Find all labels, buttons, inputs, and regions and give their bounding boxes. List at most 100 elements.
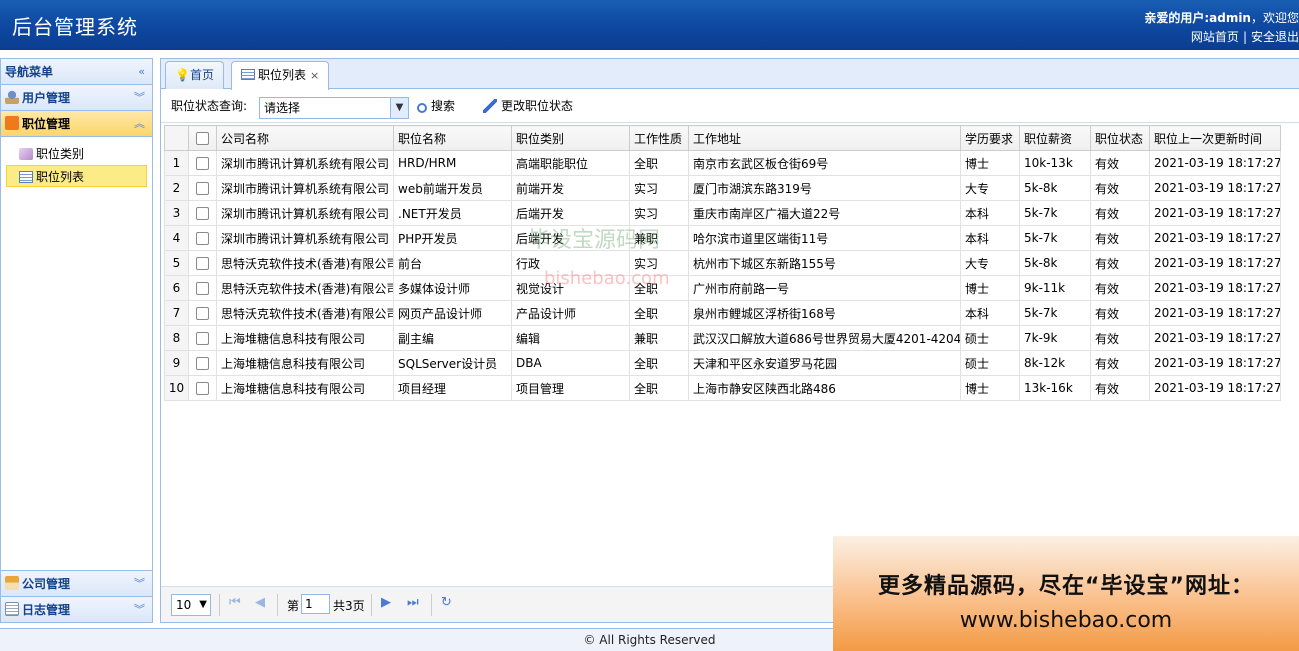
home-link[interactable]: 网站首页: [1191, 30, 1239, 44]
next-page-icon[interactable]: ▶: [381, 595, 391, 610]
checkbox[interactable]: [196, 132, 209, 145]
expand-icon[interactable]: ︾: [134, 85, 145, 111]
cell-job-category: 视觉设计: [511, 275, 630, 301]
col-company[interactable]: 公司名称: [216, 125, 394, 151]
cell-work-type: 兼职: [629, 225, 689, 251]
cell-company: 深圳市腾讯计算机系统有限公司: [216, 200, 394, 226]
col-status[interactable]: 职位状态: [1090, 125, 1150, 151]
cell-status: 有效: [1090, 350, 1150, 376]
checkbox[interactable]: [196, 307, 209, 320]
cell-salary: 5k-8k: [1019, 175, 1091, 201]
cell-job-category: 前端开发: [511, 175, 630, 201]
log-mgmt-header[interactable]: 日志管理 ︾: [1, 596, 152, 622]
checkbox[interactable]: [196, 182, 209, 195]
company-mgmt-header[interactable]: 公司管理 ︾: [1, 570, 152, 596]
cell-status: 有效: [1090, 375, 1150, 401]
page-size-select[interactable]: 10 ▼: [171, 594, 211, 616]
job-mgmt-header[interactable]: 职位管理 ︽: [1, 111, 152, 137]
checkbox[interactable]: [196, 357, 209, 370]
expand-icon[interactable]: ︾: [134, 597, 145, 623]
checkbox[interactable]: [196, 257, 209, 270]
table-row[interactable]: 6 思特沃克软件技术(香港)有限公司 多媒体设计师 视觉设计 全职 广州市府前路一号 博士 9…: [164, 275, 1281, 301]
checkbox[interactable]: [196, 382, 209, 395]
cell-salary: 5k-8k: [1019, 250, 1091, 276]
cell-education: 本科: [960, 200, 1020, 226]
row-checkbox[interactable]: [188, 250, 217, 276]
table-row[interactable]: 8 上海堆糖信息科技有限公司 副主编 编辑 兼职 武汉汉口解放大道686号世界贸易大厦42…: [164, 325, 1281, 351]
col-updated[interactable]: 职位上一次更新时间: [1149, 125, 1281, 151]
sidebar-item-job-list[interactable]: 职位列表: [6, 165, 147, 187]
cell-status: 有效: [1090, 325, 1150, 351]
cell-work-type: 实习: [629, 200, 689, 226]
col-work-type[interactable]: 工作性质: [629, 125, 689, 151]
table-row[interactable]: 4 深圳市腾讯计算机系统有限公司 PHP开发员 后端开发 兼职 哈尔滨市道里区端街11号本…: [164, 225, 1281, 251]
table-row[interactable]: 2 深圳市腾讯计算机系统有限公司 web前端开发员 前端开发 实习 厦门市湖滨东路319号…: [164, 175, 1281, 201]
checkbox[interactable]: [196, 157, 209, 170]
row-checkbox[interactable]: [188, 150, 217, 176]
row-checkbox[interactable]: [188, 175, 217, 201]
col-education[interactable]: 学历要求: [960, 125, 1020, 151]
collapse-icon[interactable]: ︽: [134, 111, 145, 137]
table-row[interactable]: 10 上海堆糖信息科技有限公司 项目经理 项目管理 全职 上海市静安区陕西北路486 博士 1…: [164, 375, 1281, 401]
table-row[interactable]: 7 思特沃克软件技术(香港)有限公司 网页产品设计师 产品设计师 全职 泉州市鲤城区浮桥街…: [164, 300, 1281, 326]
update-label: 更改职位状态: [501, 99, 574, 113]
refresh-icon[interactable]: ↻: [441, 595, 452, 610]
tag-icon: [19, 148, 33, 160]
user-mgmt-header[interactable]: 用户管理 ︾: [1, 85, 152, 111]
chevron-down-icon[interactable]: ▼: [199, 595, 207, 615]
row-checkbox[interactable]: [188, 375, 217, 401]
status-select[interactable]: 请选择 ▼: [259, 97, 409, 119]
cell-work-type: 全职: [629, 275, 689, 301]
checkbox[interactable]: [196, 282, 209, 295]
row-checkbox[interactable]: [188, 300, 217, 326]
chevron-down-icon[interactable]: ▼: [390, 98, 408, 118]
cell-work-type: 实习: [629, 175, 689, 201]
first-page-icon[interactable]: ⏮: [229, 595, 241, 610]
cell-salary: 9k-11k: [1019, 275, 1091, 301]
row-checkbox[interactable]: [188, 275, 217, 301]
cell-company: 上海堆糖信息科技有限公司: [216, 350, 394, 376]
table-row[interactable]: 3 深圳市腾讯计算机系统有限公司 .NET开发员 后端开发 实习 重庆市南岸区广福大道22…: [164, 200, 1281, 226]
page-number-input[interactable]: 1: [301, 594, 330, 614]
cell-updated: 2021-03-19 18:17:27: [1149, 325, 1281, 351]
table-row[interactable]: 1 深圳市腾讯计算机系统有限公司 HRD/HRM 高端职能职位 全职 南京市玄武区板仓街6…: [164, 150, 1281, 176]
cell-job-category: 后端开发: [511, 200, 630, 226]
last-page-icon[interactable]: ⏭: [407, 595, 419, 610]
row-checkbox[interactable]: [188, 325, 217, 351]
table-row[interactable]: 9 上海堆糖信息科技有限公司 SQLServer设计员 DBA 全职 天津和平区永安道罗马…: [164, 350, 1281, 376]
cell-job-name: 前台: [393, 250, 512, 276]
checkbox[interactable]: [196, 332, 209, 345]
row-checkbox[interactable]: [188, 225, 217, 251]
app-header: 后台管理系统 亲爱的用户:admin，欢迎您 网站首页 | 安全退出: [0, 0, 1299, 50]
col-salary[interactable]: 职位薪资: [1019, 125, 1091, 151]
row-checkbox[interactable]: [188, 350, 217, 376]
search-button[interactable]: 搜索: [417, 89, 455, 123]
close-icon[interactable]: ×: [310, 69, 319, 82]
cell-salary: 5k-7k: [1019, 300, 1091, 326]
checkbox[interactable]: [196, 232, 209, 245]
select-all-checkbox[interactable]: [188, 125, 217, 151]
expand-icon[interactable]: ︾: [134, 571, 145, 597]
update-status-button[interactable]: 更改职位状态: [483, 89, 573, 123]
collapse-left-icon[interactable]: «: [138, 59, 145, 85]
logout-link[interactable]: 安全退出: [1251, 30, 1299, 44]
cell-address: 上海市静安区陕西北路486: [688, 375, 961, 401]
list-icon: [241, 69, 255, 80]
col-job-name[interactable]: 职位名称: [393, 125, 512, 151]
row-checkbox[interactable]: [188, 200, 217, 226]
cell-education: 博士: [960, 275, 1020, 301]
tab-label: 职位列表: [258, 68, 307, 82]
prev-page-icon[interactable]: ◀: [255, 595, 265, 610]
checkbox[interactable]: [196, 207, 209, 220]
cell-work-type: 全职: [629, 150, 689, 176]
col-job-category[interactable]: 职位类别: [511, 125, 630, 151]
col-address[interactable]: 工作地址: [688, 125, 961, 151]
lightbulb-icon: 💡: [175, 68, 190, 82]
table-row[interactable]: 5 思特沃克软件技术(香港)有限公司 前台 行政 实习 杭州市下城区东新路155号 大专 5k…: [164, 250, 1281, 276]
table-header-row: 公司名称 职位名称 职位类别 工作性质 工作地址 学历要求 职位薪资 职位状态 …: [164, 125, 1281, 151]
cell-salary: 13k-16k: [1019, 375, 1091, 401]
sidebar-item-job-category[interactable]: 职位类别: [1, 143, 152, 165]
cell-updated: 2021-03-19 18:17:27: [1149, 250, 1281, 276]
tab-job-list[interactable]: 职位列表 ×: [231, 61, 330, 90]
tab-home[interactable]: 💡首页: [165, 61, 224, 89]
